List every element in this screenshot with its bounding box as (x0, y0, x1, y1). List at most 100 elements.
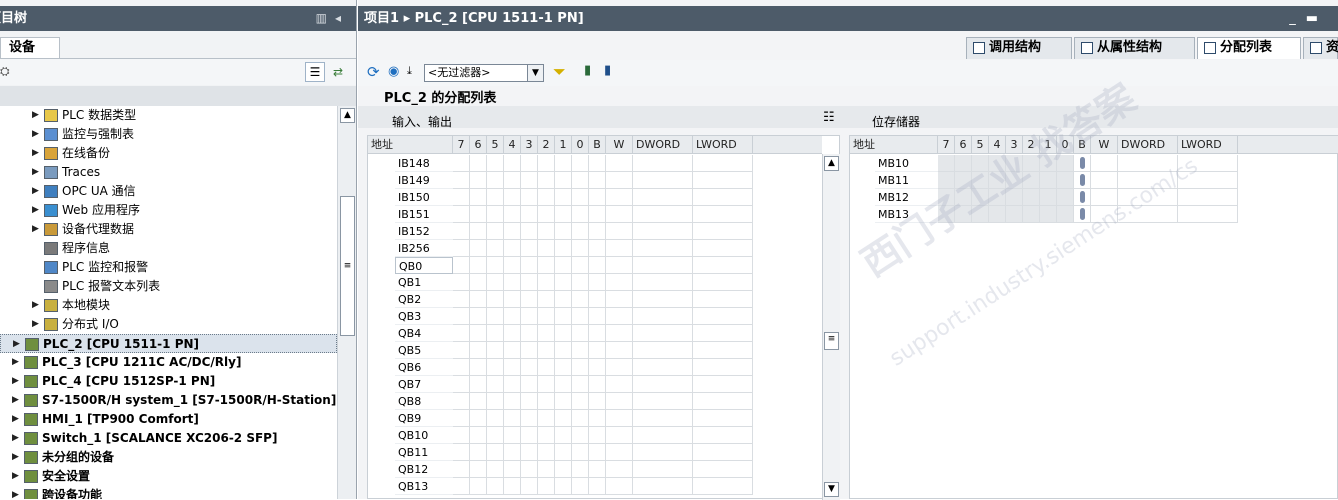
address-cell[interactable]: QB6 (395, 359, 453, 376)
settings-list-icon[interactable]: ▮ (604, 63, 611, 78)
expand-arrow-icon[interactable]: ▶ (32, 315, 39, 334)
expand-arrow-icon[interactable]: ▶ (12, 448, 19, 467)
download-icon[interactable]: ⤓ (407, 64, 412, 78)
expand-arrow-icon[interactable]: ▶ (32, 106, 39, 125)
address-cell[interactable]: IB148 (395, 155, 453, 172)
tree-item[interactable]: ▶ S7-1500R/H system_1 [S7-1500R/H-Station… (0, 391, 337, 410)
tree-refresh-icon[interactable]: ⇄ (328, 62, 348, 82)
tab-devices[interactable]: 设备 (0, 37, 60, 59)
expand-arrow-icon[interactable]: ▶ (32, 220, 39, 239)
tree-item[interactable]: ▶ 设备代理数据 (0, 220, 337, 239)
tree-item[interactable]: ▶ OPC UA 通信 (0, 182, 337, 201)
address-cell[interactable]: QB12 (395, 461, 453, 478)
scroll-down-button[interactable]: ▼ (824, 482, 839, 497)
address-cell[interactable]: IB150 (395, 189, 453, 206)
tree-item[interactable]: ▶ Web 应用程序 (0, 201, 337, 220)
expand-arrow-icon[interactable]: ▶ (32, 144, 39, 163)
address-cell[interactable]: QB2 (395, 291, 453, 308)
expand-arrow-icon[interactable]: ▶ (32, 296, 39, 315)
address-cell[interactable]: QB8 (395, 393, 453, 410)
filter-select[interactable]: <无过滤器> ▼ (424, 64, 544, 82)
expand-arrow-icon[interactable]: ▶ (32, 163, 39, 182)
expand-arrow-icon[interactable]: ▶ (12, 391, 19, 410)
expand-arrow-icon[interactable]: ▶ (13, 335, 20, 354)
tab-resources[interactable]: 资 (1303, 37, 1338, 59)
expand-arrow-icon[interactable]: ▶ (12, 429, 19, 448)
tree-item[interactable]: ▶ HMI_1 [TP900 Comfort] (0, 410, 337, 429)
tree-item[interactable]: ▶ 监控与强制表 (0, 125, 337, 144)
tree-item[interactable]: PLC 监控和报警 (0, 258, 337, 277)
address-cell[interactable]: QB7 (395, 376, 453, 393)
pane-controls[interactable]: ▥◂ (316, 6, 349, 31)
sort-icon[interactable]: ☷ (823, 110, 835, 125)
tree-item[interactable]: ▶ PLC_4 [CPU 1512SP-1 PN] (0, 372, 337, 391)
bit-cell (470, 427, 487, 444)
expand-arrow-icon[interactable]: ▶ (12, 467, 19, 486)
filter-icon[interactable]: ⏷ (553, 62, 566, 82)
address-cell[interactable]: QB4 (395, 325, 453, 342)
address-cell[interactable]: QB13 (395, 478, 453, 495)
expand-arrow-icon[interactable]: ▶ (12, 486, 19, 499)
scroll-up-button[interactable]: ▲ (824, 156, 839, 171)
column-header: LWORD (1178, 136, 1238, 154)
address-cell[interactable]: QB1 (395, 274, 453, 291)
expand-arrow-icon[interactable]: ▶ (32, 125, 39, 144)
tab-assignment-list[interactable]: 分配列表 (1197, 37, 1301, 59)
tree-vertical-scrollbar[interactable]: ▲ ≡ (337, 106, 356, 499)
tree-item[interactable]: ▶ PLC 数据类型 (0, 106, 337, 125)
address-cell[interactable]: IB152 (395, 223, 453, 240)
bit-cell (453, 291, 470, 308)
tree-item[interactable]: ▶ 安全设置 (0, 467, 337, 486)
address-cell[interactable]: MB13 (875, 206, 938, 223)
tree-item[interactable]: ▶ Switch_1 [SCALANCE XC206-2 SFP] (0, 429, 337, 448)
tab-dependency-structure[interactable]: 从属性结构 (1074, 37, 1195, 59)
tree-item[interactable]: ▶ PLC_3 [CPU 1211C AC/DC/Rly] (0, 353, 337, 372)
toolbar-icon[interactable]: ⛭ (0, 64, 10, 79)
refresh-icon[interactable]: ⟳ (367, 63, 380, 81)
address-cell[interactable]: QB11 (395, 444, 453, 461)
tree-item-label: 程序信息 (62, 241, 111, 255)
address-cell[interactable]: IB256 (395, 240, 453, 257)
window-controls[interactable]: _▬ (1289, 6, 1328, 31)
tree-item[interactable]: ▶ Traces (0, 163, 337, 182)
list-view-icon[interactable]: ☰ (305, 62, 325, 82)
tree-item[interactable]: ▶ PLC_2 [CPU 1511-1 PN] (0, 334, 337, 353)
tree-item[interactable]: ▶ 本地模块 (0, 296, 337, 315)
bit-cell (693, 240, 753, 257)
address-cell[interactable]: MB10 (875, 155, 938, 172)
address-cell[interactable]: MB12 (875, 189, 938, 206)
tree-item[interactable]: ▶ 分布式 I/O (0, 315, 337, 334)
io-vertical-scrollbar[interactable]: ▲ ≡ ▼ (822, 154, 840, 500)
bit-cell (487, 444, 504, 461)
scroll-up-button[interactable]: ▲ (340, 108, 355, 123)
tab-call-structure[interactable]: 调用结构 (966, 37, 1072, 59)
tree-item[interactable]: ▶ 跨设备功能 (0, 486, 337, 499)
address-cell[interactable]: QB0 (395, 257, 453, 274)
scroll-thumb[interactable]: ≡ (824, 332, 839, 350)
chevron-down-icon[interactable]: ▼ (527, 65, 543, 81)
tree-item[interactable]: PLC 报警文本列表 (0, 277, 337, 296)
expand-arrow-icon[interactable]: ▶ (32, 201, 39, 220)
tree-item[interactable]: 程序信息 (0, 239, 337, 258)
tree-item[interactable]: ▶ 在线备份 (0, 144, 337, 163)
expand-arrow-icon[interactable]: ▶ (12, 410, 19, 429)
address-cell[interactable]: QB9 (395, 410, 453, 427)
address-cell[interactable]: QB3 (395, 308, 453, 325)
column-header: 3 (521, 136, 538, 154)
tree-item[interactable]: ▶ 未分组的设备 (0, 448, 337, 467)
address-cell[interactable]: MB11 (875, 172, 938, 189)
view-options-icon[interactable]: ◉ (388, 64, 399, 79)
address-cell[interactable]: QB10 (395, 427, 453, 444)
tree-item-label: HMI_1 [TP900 Comfort] (42, 412, 199, 426)
address-cell[interactable]: IB151 (395, 206, 453, 223)
bit-cell (572, 257, 589, 274)
address-cell[interactable]: QB5 (395, 342, 453, 359)
scroll-thumb[interactable]: ≡ (340, 196, 355, 336)
bit-cell (572, 410, 589, 427)
expand-arrow-icon[interactable]: ▶ (12, 353, 19, 372)
expand-arrow-icon[interactable]: ▶ (12, 372, 19, 391)
expand-arrow-icon[interactable]: ▶ (32, 182, 39, 201)
clipboard-icon[interactable]: ▮ (584, 63, 591, 78)
bit-cell (470, 206, 487, 223)
address-cell[interactable]: IB149 (395, 172, 453, 189)
